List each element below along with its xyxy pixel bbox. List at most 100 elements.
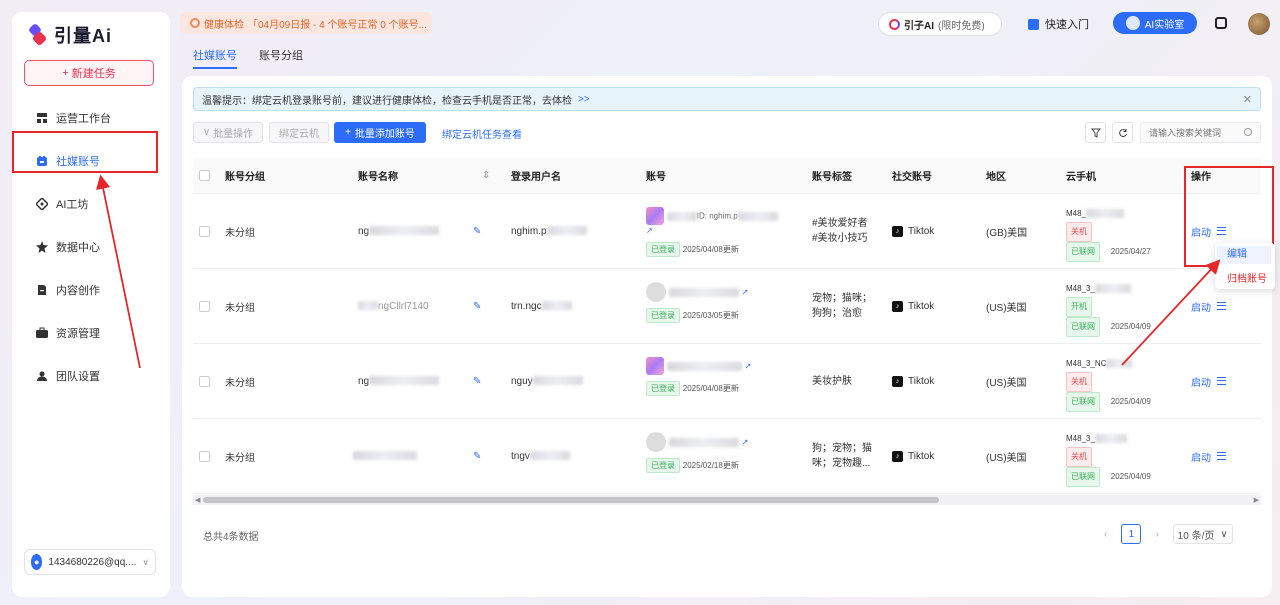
col-name: 账号名称 (358, 172, 398, 183)
search-input[interactable] (1140, 122, 1261, 143)
close-icon[interactable]: ✕ (1243, 93, 1252, 106)
net-status-badge: 已联网 (1066, 317, 1100, 337)
net-status-badge: 已联网 (1066, 242, 1100, 262)
login-text: nghim.p (511, 225, 547, 237)
quick-start-button[interactable]: 快速入门 (1028, 16, 1089, 32)
scroll-right-icon[interactable]: ▶ (1254, 496, 1259, 504)
cell-tags: 宠物；猫咪； 狗狗；治愈 (812, 291, 872, 321)
account-avatar (646, 357, 664, 375)
cell-login: tngv (511, 451, 570, 462)
account-id: ID: nghim.p (696, 211, 738, 221)
tag-text: 宠物；猫咪； (812, 293, 872, 304)
row-checkbox[interactable] (199, 375, 210, 387)
external-link-icon[interactable]: ↗ (646, 226, 653, 235)
cell-region: (US)美国 (986, 377, 1027, 389)
edit-name-icon[interactable]: ✎ (473, 226, 481, 237)
sidebar-item-label: AI工坊 (56, 198, 89, 211)
data-center-icon (36, 240, 48, 253)
sidebar-item-ai-workshop[interactable]: AI工坊 (12, 182, 170, 225)
select-all-checkbox[interactable] (199, 170, 210, 181)
bind-cloud-button[interactable]: 绑定云机 (269, 122, 329, 143)
external-link-icon[interactable]: ↗ (742, 288, 749, 297)
batch-ops-button[interactable]: ∨ 批量操作 (193, 122, 263, 143)
login-status-badge: 已登录 (646, 381, 680, 396)
team-icon (36, 370, 48, 382)
tab-account-group[interactable]: 账号分组 (259, 47, 303, 69)
brand-name: 引量Ai (54, 26, 112, 46)
tip-link[interactable]: >> (578, 94, 590, 105)
next-page-icon[interactable]: › (1155, 529, 1158, 540)
yinzi-ai-button[interactable]: 引子AI (限时免费) (878, 12, 1002, 36)
row-checkbox[interactable] (199, 300, 210, 312)
refresh-icon[interactable] (1112, 122, 1133, 143)
page-size-select[interactable]: 10 条/页 ∨ (1172, 524, 1233, 544)
sidebar-item-resource[interactable]: 资源管理 (12, 311, 170, 354)
sidebar-item-label: 运营工作台 (56, 112, 111, 125)
cell-region: (US)美国 (986, 302, 1027, 314)
cell-ops: 启动 (1191, 374, 1226, 389)
col-phone: 云手机 (1066, 172, 1096, 183)
horizontal-scrollbar[interactable]: ◀ ▶ (193, 495, 1261, 505)
ai-lab-button[interactable]: AI实验室 (1113, 12, 1197, 34)
filter-icon[interactable] (1085, 122, 1106, 143)
bind-task-link[interactable]: 绑定云机任务查看 (442, 126, 522, 141)
cell-account: ↗ 已登录 2025/04/08更新 (646, 357, 786, 396)
yinzi-logo-icon (889, 18, 900, 30)
resource-icon (36, 327, 48, 339)
brand-logo[interactable]: 引量Ai (27, 22, 112, 48)
pagination: ‹ 1 › 10 条/页 ∨ (1104, 524, 1233, 544)
phone-id: M48_3_ (1066, 434, 1095, 443)
row-checkbox[interactable] (199, 225, 210, 237)
batch-add-account-button[interactable]: + 批量添加账号 (334, 122, 426, 143)
edit-name-icon[interactable]: ✎ (473, 451, 481, 462)
more-menu-icon[interactable] (1217, 452, 1226, 460)
health-icon (190, 18, 200, 28)
more-menu-icon[interactable] (1217, 302, 1226, 310)
edit-menu-item[interactable]: 编辑 (1217, 246, 1271, 264)
scroll-thumb[interactable] (203, 497, 939, 503)
login-status-badge: 已登录 (646, 458, 680, 473)
cell-name (353, 451, 417, 462)
sidebar-item-team[interactable]: 团队设置 (12, 354, 170, 397)
external-link-icon[interactable]: ↗ (742, 438, 749, 447)
more-menu-icon[interactable] (1217, 377, 1226, 385)
edit-name-icon[interactable]: ✎ (473, 376, 481, 387)
search-field[interactable] (1149, 127, 1239, 138)
start-button[interactable]: 启动 (1191, 449, 1211, 464)
prev-page-icon[interactable]: ‹ (1104, 529, 1107, 540)
sidebar-item-data-center[interactable]: 数据中心 (12, 225, 170, 268)
scroll-left-icon[interactable]: ◀ (195, 496, 200, 504)
row-checkbox[interactable] (199, 450, 210, 462)
table-row: 未分组 ng ✎ nguy ↗ 已登录 2025/04/08更新 美妆护肤 ♪ T… (193, 344, 1261, 419)
tab-social-account[interactable]: 社媒账号 (193, 47, 237, 69)
cell-region: (GB)美国 (986, 227, 1028, 239)
external-link-icon[interactable]: ↗ (745, 362, 752, 371)
user-email: 1434680226@qq.... (48, 556, 137, 568)
sort-icon[interactable]: ⇕ (482, 170, 490, 181)
cell-region: (US)美国 (986, 452, 1027, 464)
cell-name: ng (358, 376, 440, 387)
user-account-switcher[interactable]: ● 1434680226@qq.... ∨ (24, 549, 156, 575)
shopping-bag-icon[interactable] (1215, 17, 1227, 29)
archive-menu-item[interactable]: 归档账号 (1227, 270, 1267, 285)
cell-group: 未分组 (225, 302, 255, 314)
avatar[interactable] (1248, 13, 1270, 35)
tiktok-icon: ♪ (892, 375, 903, 387)
new-task-button[interactable]: + 新建任务 (24, 60, 154, 86)
start-button[interactable]: 启动 (1191, 299, 1211, 314)
health-check-notice[interactable]: 健康体检 「04月09日报 - 4 个账号正常 0 个账号... (180, 12, 432, 34)
page-tabs: 社媒账号 账号分组 (193, 47, 303, 69)
name-text: ng (358, 225, 370, 237)
chevron-down-icon: ∨ (142, 556, 149, 567)
page-number[interactable]: 1 (1121, 524, 1142, 544)
cell-social: ♪ Tiktok (892, 225, 934, 237)
start-button[interactable]: 启动 (1191, 374, 1211, 389)
edit-name-icon[interactable]: ✎ (473, 301, 481, 312)
page-size-label: 10 条/页 (1177, 530, 1215, 542)
social-text: Tiktok (908, 450, 935, 462)
sidebar-item-label: 团队设置 (56, 370, 100, 383)
yinzi-sub: (限时免费) (938, 20, 985, 32)
chevron-down-icon: ∨ (1220, 528, 1228, 540)
sidebar-item-content[interactable]: 内容创作 (12, 268, 170, 311)
sidebar-item-label: 内容创作 (56, 284, 100, 297)
